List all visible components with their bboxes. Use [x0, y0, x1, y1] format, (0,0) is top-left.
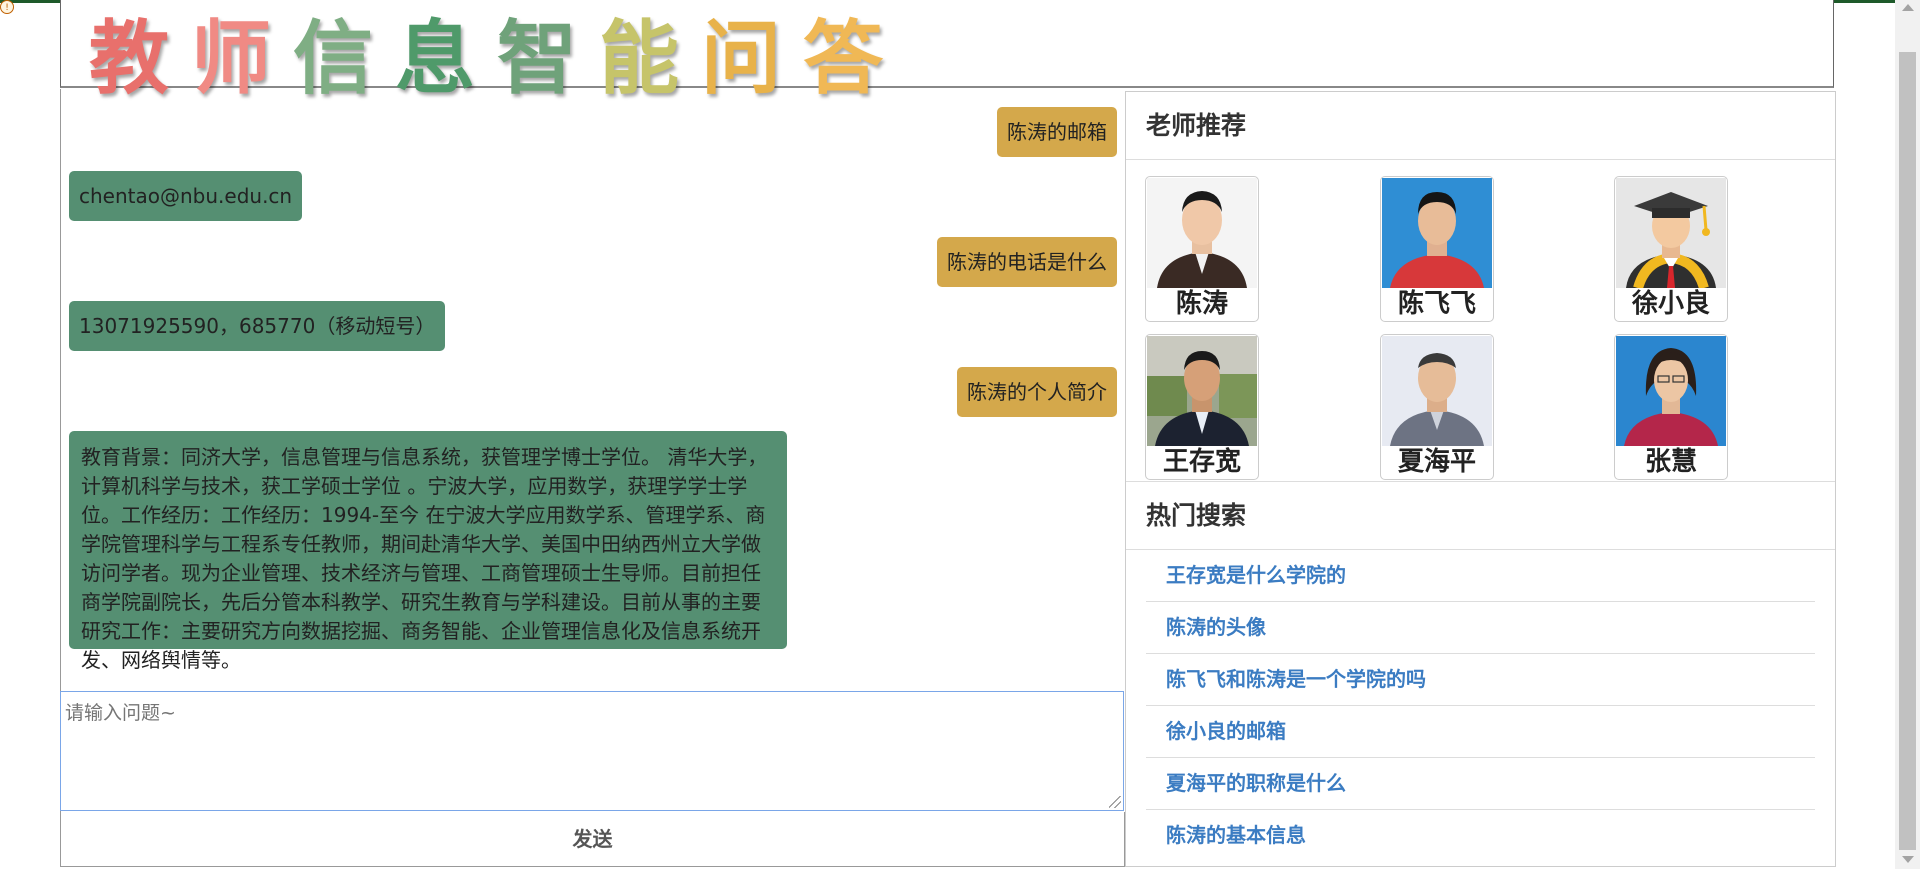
teacher-photo — [1616, 336, 1726, 446]
teacher-name: 王存宽 — [1162, 447, 1241, 477]
teacher-name: 徐小良 — [1631, 289, 1710, 319]
teacher-grid: 陈涛 陈飞飞 徐小良 王存宽 夏海平 张慧 — [1126, 160, 1835, 482]
message-row: 教育背景：同济大学，信息管理与信息系统，获管理学博士学位。 清华大学，计算机科学… — [69, 431, 1117, 672]
send-button[interactable]: 发送 — [60, 812, 1125, 867]
hot-search-link[interactable]: 夏海平的职称是什么 — [1146, 758, 1815, 810]
answer-bubble: chentao@nbu.edu.cn — [69, 171, 303, 221]
sidebar: 老师推荐 陈涛 陈飞飞 徐小良 王存宽 夏海平 张慧 热门搜索 王存宽是什么学院… — [1125, 91, 1836, 867]
teacher-card-chenfeifei[interactable]: 陈飞飞 — [1380, 176, 1494, 322]
hot-search-list: 王存宽是什么学院的 陈涛的头像 陈飞飞和陈涛是一个学院的吗 徐小良的邮箱 夏海平… — [1126, 550, 1835, 861]
teacher-photo — [1147, 178, 1257, 288]
teacher-card-xuxiaoliang[interactable]: 徐小良 — [1614, 176, 1728, 322]
teacher-photo — [1382, 178, 1492, 288]
page-scrollbar[interactable] — [1895, 0, 1920, 869]
hot-search-link[interactable]: 陈涛的头像 — [1146, 602, 1815, 654]
message-row: 陈涛的电话是什么 — [69, 237, 1117, 287]
hot-search-link[interactable]: 陈涛的基本信息 — [1146, 810, 1815, 861]
notification-icon[interactable]: ! — [0, 0, 14, 14]
message-row: 陈涛的个人简介 — [69, 367, 1117, 417]
scrollbar-thumb[interactable] — [1899, 52, 1916, 850]
message-row: chentao@nbu.edu.cn — [69, 171, 1117, 221]
graduate-avatar-icon — [1616, 178, 1726, 288]
teacher-photo — [1147, 336, 1257, 446]
scroll-down-arrow-icon[interactable] — [1902, 856, 1914, 863]
teacher-name: 陈涛 — [1175, 289, 1228, 319]
question-bubble: 陈涛的电话是什么 — [937, 237, 1117, 287]
teacher-card-zhanghui[interactable]: 张慧 — [1614, 334, 1728, 480]
header: 教师信息智能问答 — [60, 0, 1834, 105]
resize-grip-icon[interactable] — [1109, 796, 1121, 808]
hot-searches-title: 热门搜索 — [1126, 482, 1835, 550]
answer-bubble: 教育背景：同济大学，信息管理与信息系统，获管理学博士学位。 清华大学，计算机科学… — [69, 431, 787, 672]
teacher-name: 陈飞飞 — [1397, 289, 1476, 319]
teacher-name: 张慧 — [1644, 447, 1697, 477]
teacher-card-chentao[interactable]: 陈涛 — [1145, 176, 1259, 322]
question-bubble: 陈涛的个人简介 — [957, 367, 1117, 417]
question-input-box — [60, 691, 1124, 811]
teacher-card-xiahaiping[interactable]: 夏海平 — [1380, 334, 1494, 480]
teacher-photo — [1382, 336, 1492, 446]
teacher-card-wangcunkuan[interactable]: 王存宽 — [1145, 334, 1259, 480]
hot-search-link[interactable]: 王存宽是什么学院的 — [1146, 550, 1815, 602]
hot-search-link[interactable]: 徐小良的邮箱 — [1146, 706, 1815, 758]
message-row: 13071925590，685770（移动短号） — [69, 301, 1117, 351]
scroll-up-arrow-icon[interactable] — [1902, 4, 1914, 11]
teacher-name: 夏海平 — [1397, 447, 1476, 477]
question-input[interactable] — [61, 692, 1123, 810]
question-bubble: 陈涛的邮箱 — [997, 107, 1117, 157]
message-row: 陈涛的邮箱 — [69, 107, 1117, 157]
hot-search-link[interactable]: 陈飞飞和陈涛是一个学院的吗 — [1146, 654, 1815, 706]
answer-bubble: 13071925590，685770（移动短号） — [69, 301, 446, 351]
teachers-title: 老师推荐 — [1126, 92, 1835, 160]
